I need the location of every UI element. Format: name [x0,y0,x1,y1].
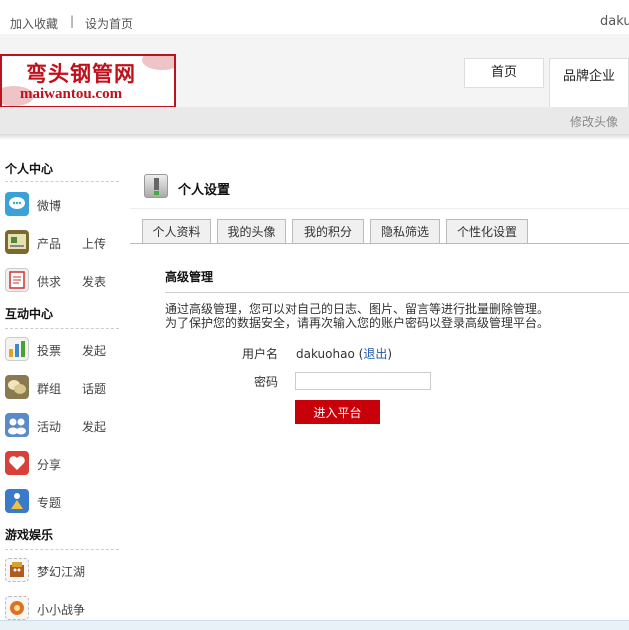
sidebar-item-action[interactable]: 上传 [82,235,106,252]
sidebar-item-action[interactable]: 发起 [82,342,106,359]
sidebar-item-weibo[interactable]: 微博 [5,192,120,216]
password-field[interactable] [295,372,431,390]
sidebar-item-topic[interactable]: 专题 [5,489,120,513]
sidebar-item-label[interactable]: 产品 [37,235,61,252]
title-divider [130,208,629,209]
sidebar-item-action[interactable]: 发表 [82,273,106,290]
password-label: 密码 [254,375,279,389]
game-jianghu-icon [5,558,29,582]
logo-text-en: maiwantou.com [20,86,123,102]
panel-divider [165,292,629,293]
logout-link[interactable]: 退出 [363,347,387,361]
tab-profile[interactable]: 个人资料 [142,219,211,243]
sidebar-item-group[interactable]: 群组 话题 [5,375,120,399]
sidebar-item-vote[interactable]: 投票 发起 [5,337,120,361]
sidebar-item-event[interactable]: 活动 发起 [5,413,120,437]
sidebar-item-label[interactable]: 分享 [37,456,61,473]
sidebar-item-jianghu[interactable]: 梦幻江湖 [5,558,120,582]
section-divider [5,549,119,550]
username-link[interactable]: daku [600,14,629,29]
sidebar-item-supply[interactable]: 供求 发表 [5,268,120,292]
sidebar-item-action[interactable]: 话题 [82,380,106,397]
tab-points[interactable]: 我的积分 [292,219,364,243]
topic-icon [5,489,29,513]
sidebar-item-label[interactable]: 小小战争 [37,601,85,618]
sidebar-item-label[interactable]: 群组 [37,380,61,397]
panel-title: 高级管理 [165,270,214,284]
tabs-baseline [130,243,629,244]
logout-close: ) [387,347,393,361]
page-title: 个人设置 [178,183,231,198]
logo-stain [142,56,174,70]
settings-icon [144,174,168,198]
section-title-personal: 个人中心 [5,162,54,176]
sidebar-item-action[interactable]: 发起 [82,418,106,435]
logo-text-cn: 弯头钢管网 [26,61,136,86]
sidebar-item-war[interactable]: 小小战争 [5,596,120,620]
section-divider [5,328,119,329]
settings-icon-bar [154,178,159,190]
section-divider [5,181,119,182]
nav-brand[interactable]: 品牌企业 [549,58,629,108]
top-separator: | [70,14,75,28]
sidebar-item-label[interactable]: 专题 [37,494,61,511]
sidebar-item-product[interactable]: 产品 上传 [5,230,120,254]
weibo-icon [5,192,29,216]
enter-platform-button[interactable]: 进入平台 [295,400,380,424]
description-line: 为了保护您的数据安全，请再次输入您的账户密码以登录高级管理平台。 [165,316,550,330]
vote-icon [5,337,29,361]
supply-icon [5,268,29,292]
product-icon [5,230,29,254]
group-icon [5,375,29,399]
heart-icon [5,451,29,475]
sidebar-item-share[interactable]: 分享 [5,451,120,475]
event-icon [5,413,29,437]
change-avatar-link[interactable]: 修改头像 [570,113,618,130]
section-title-interaction: 互动中心 [5,307,54,321]
tab-privacy[interactable]: 隐私筛选 [370,219,440,243]
username-value: dakuohao [296,347,355,361]
tab-personalize[interactable]: 个性化设置 [446,219,528,243]
top-bar: 加入收藏 | 设为首页 daku [0,0,629,34]
bookmark-link[interactable]: 加入收藏 [10,15,58,32]
sidebar-item-label[interactable]: 梦幻江湖 [37,563,85,580]
site-header: 弯头钢管网 maiwantou.com 首页 品牌企业 [0,34,629,108]
tab-avatar[interactable]: 我的头像 [217,219,286,243]
sub-bar: 修改头像 [0,107,629,134]
username-value-row: dakuohao (退出) [296,345,392,362]
username-label: 用户名 [242,347,279,361]
site-logo[interactable]: 弯头钢管网 maiwantou.com [0,54,176,108]
settings-icon-dot [154,191,159,195]
sidebar-item-label[interactable]: 供求 [37,273,61,290]
game-war-icon [5,596,29,620]
sidebar-item-label[interactable]: 微博 [37,197,61,214]
nav-home[interactable]: 首页 [464,58,544,88]
header-shadow [0,134,629,140]
section-title-games: 游戏娱乐 [5,528,54,542]
set-home-link[interactable]: 设为首页 [85,15,133,32]
sidebar-item-label[interactable]: 活动 [37,418,61,435]
sidebar-item-label[interactable]: 投票 [37,342,61,359]
